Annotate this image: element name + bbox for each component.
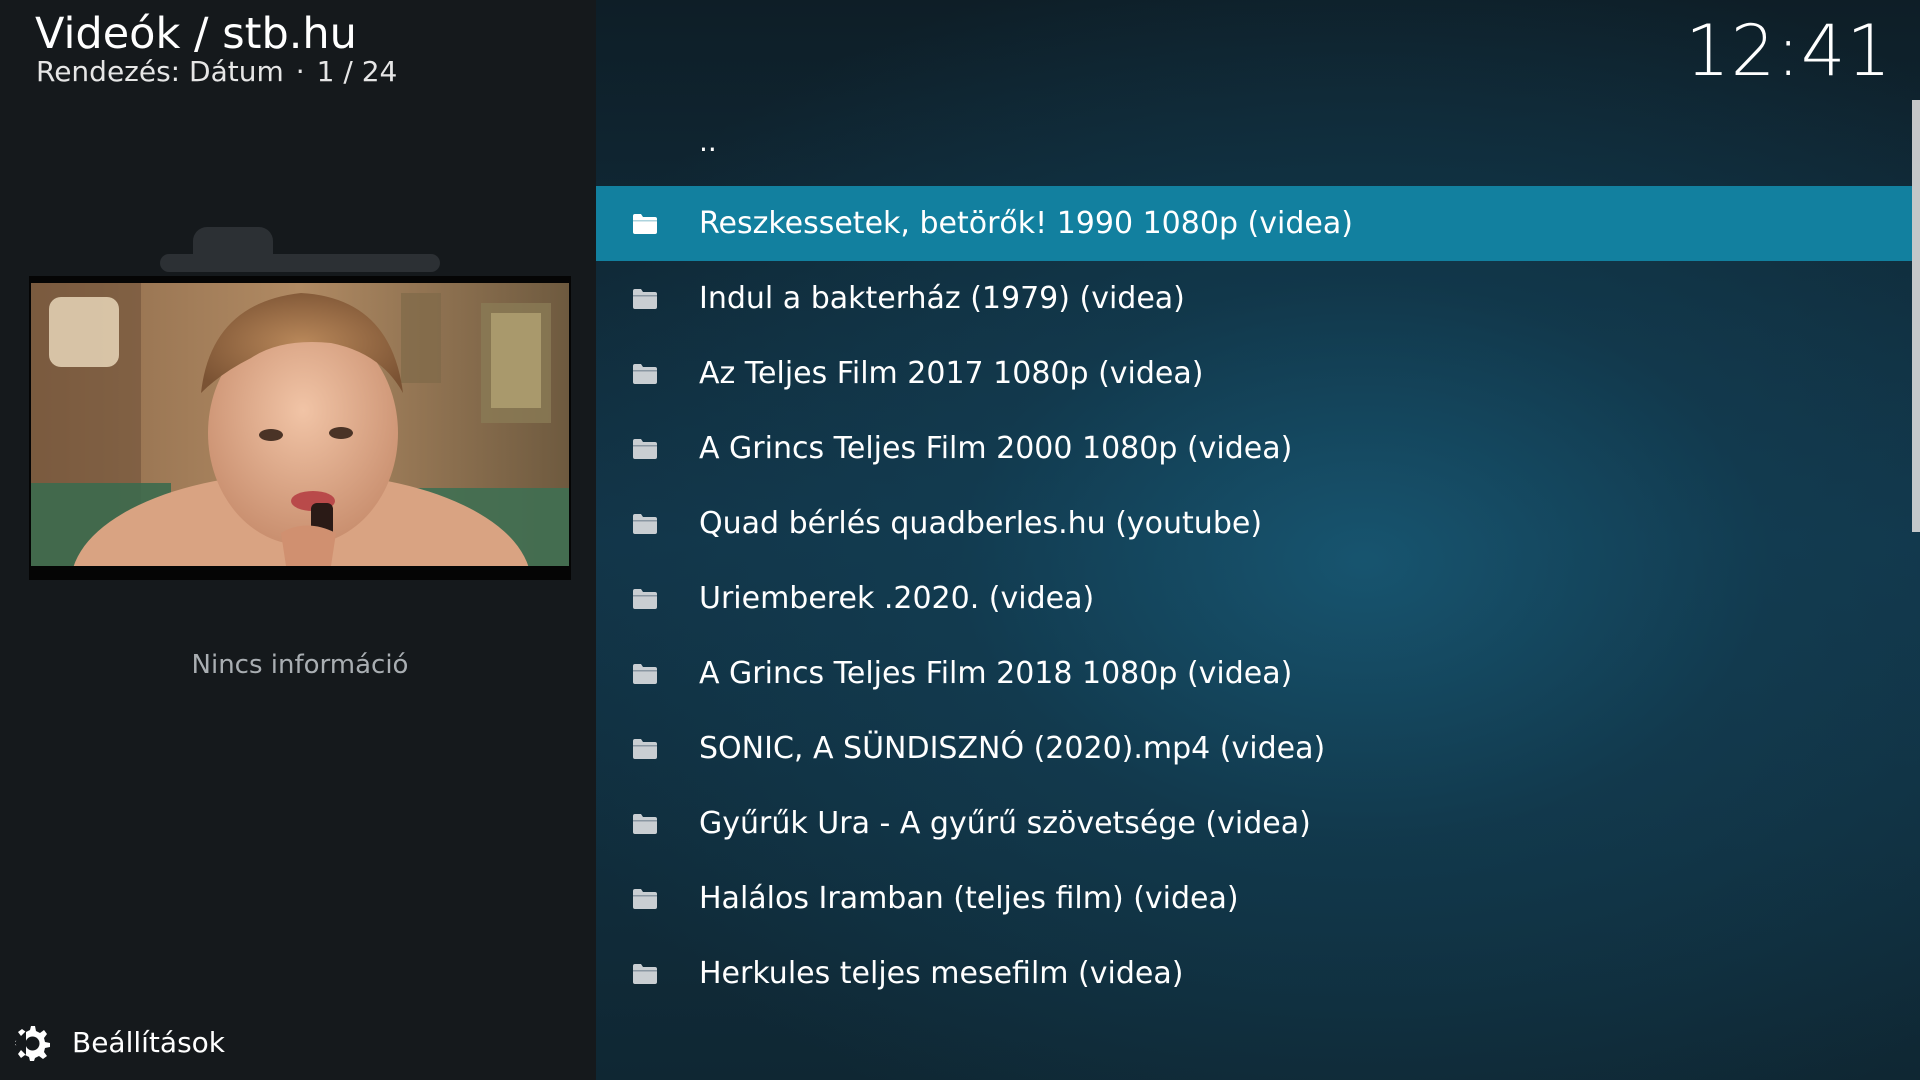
list-item-label: Reszkessetek, betörők! 1990 1080p (videa… [699, 206, 1353, 241]
list-item[interactable]: Quad bérlés quadberles.hu (youtube) [596, 486, 1912, 561]
list-item-label: A Grincs Teljes Film 2000 1080p (videa) [699, 431, 1293, 466]
folder-icon [632, 813, 658, 835]
parent-folder-item[interactable]: .. [596, 111, 1912, 186]
folder-icon [632, 963, 658, 985]
sort-label[interactable]: Rendezés: Dátum [36, 55, 284, 88]
list-item[interactable]: Reszkessetek, betörők! 1990 1080p (videa… [596, 186, 1912, 261]
folder-icon [632, 663, 658, 685]
folder-icon [632, 738, 658, 760]
separator: · [295, 55, 305, 88]
list-item-label: Gyűrűk Ura - A gyűrű szövetsége (videa) [699, 806, 1311, 841]
list-item[interactable]: A Grincs Teljes Film 2018 1080p (videa) [596, 636, 1912, 711]
list-item[interactable]: Gyűrűk Ura - A gyűrű szövetsége (videa) [596, 786, 1912, 861]
list-item-label: Az Teljes Film 2017 1080p (videa) [699, 356, 1204, 391]
folder-icon [632, 363, 658, 385]
list-item[interactable]: Halálos Iramban (teljes film) (videa) [596, 861, 1912, 936]
folder-icon [632, 438, 658, 460]
list-item-label: Halálos Iramban (teljes film) (videa) [699, 881, 1239, 916]
kodi-screen: Videók / stb.hu Rendezés: Dátum · 1 / 24 [0, 0, 1920, 1080]
page-title: Videók / stb.hu [35, 9, 357, 59]
list-item-label: Quad bérlés quadberles.hu (youtube) [699, 506, 1263, 541]
info-panel: Videók / stb.hu Rendezés: Dátum · 1 / 24 [0, 0, 596, 1080]
list-item-label: A Grincs Teljes Film 2018 1080p (videa) [699, 656, 1293, 691]
file-list-panel: 12:41 .. Reszkessetek, betörők! 1990 108… [596, 0, 1920, 1080]
list-item[interactable]: Az Teljes Film 2017 1080p (videa) [596, 336, 1912, 411]
list-item[interactable]: Herkules teljes mesefilm (videa) [596, 936, 1912, 1011]
list-item-label: Indul a bakterház (1979) (videa) [699, 281, 1185, 316]
file-list: .. Reszkessetek, betörők! 1990 1080p (vi… [596, 111, 1912, 1011]
case-top-decoration [160, 254, 440, 272]
list-item-label: SONIC, A SÜNDISZNÓ (2020).mp4 (videa) [699, 731, 1326, 766]
settings-label: Beállítások [72, 1025, 226, 1059]
list-item[interactable]: Uriemberek .2020. (videa) [596, 561, 1912, 636]
video-thumbnail [31, 283, 569, 566]
list-item[interactable]: A Grincs Teljes Film 2000 1080p (videa) [596, 411, 1912, 486]
list-item[interactable]: Indul a bakterház (1979) (videa) [596, 261, 1912, 336]
no-info-text: Nincs információ [191, 650, 409, 680]
folder-icon [632, 513, 658, 535]
thumbnail-image [31, 283, 569, 566]
settings-button[interactable]: Beállítások [12, 1022, 225, 1062]
folder-icon [632, 588, 658, 610]
clock: 12:41 [1685, 10, 1892, 92]
list-item-label: .. [699, 125, 717, 158]
list-item-label: Uriemberek .2020. (videa) [699, 581, 1095, 616]
settings-gear-icon [12, 1023, 50, 1061]
list-item[interactable]: SONIC, A SÜNDISZNÓ (2020).mp4 (videa) [596, 711, 1912, 786]
thumbnail-frame [29, 276, 571, 580]
scrollbar[interactable] [1912, 100, 1920, 532]
sort-and-position: Rendezés: Dátum · 1 / 24 [36, 54, 397, 90]
list-item-label: Herkules teljes mesefilm (videa) [699, 956, 1184, 991]
item-position: 1 / 24 [316, 55, 398, 88]
folder-icon [632, 213, 658, 235]
folder-icon [632, 888, 658, 910]
folder-icon [632, 288, 658, 310]
